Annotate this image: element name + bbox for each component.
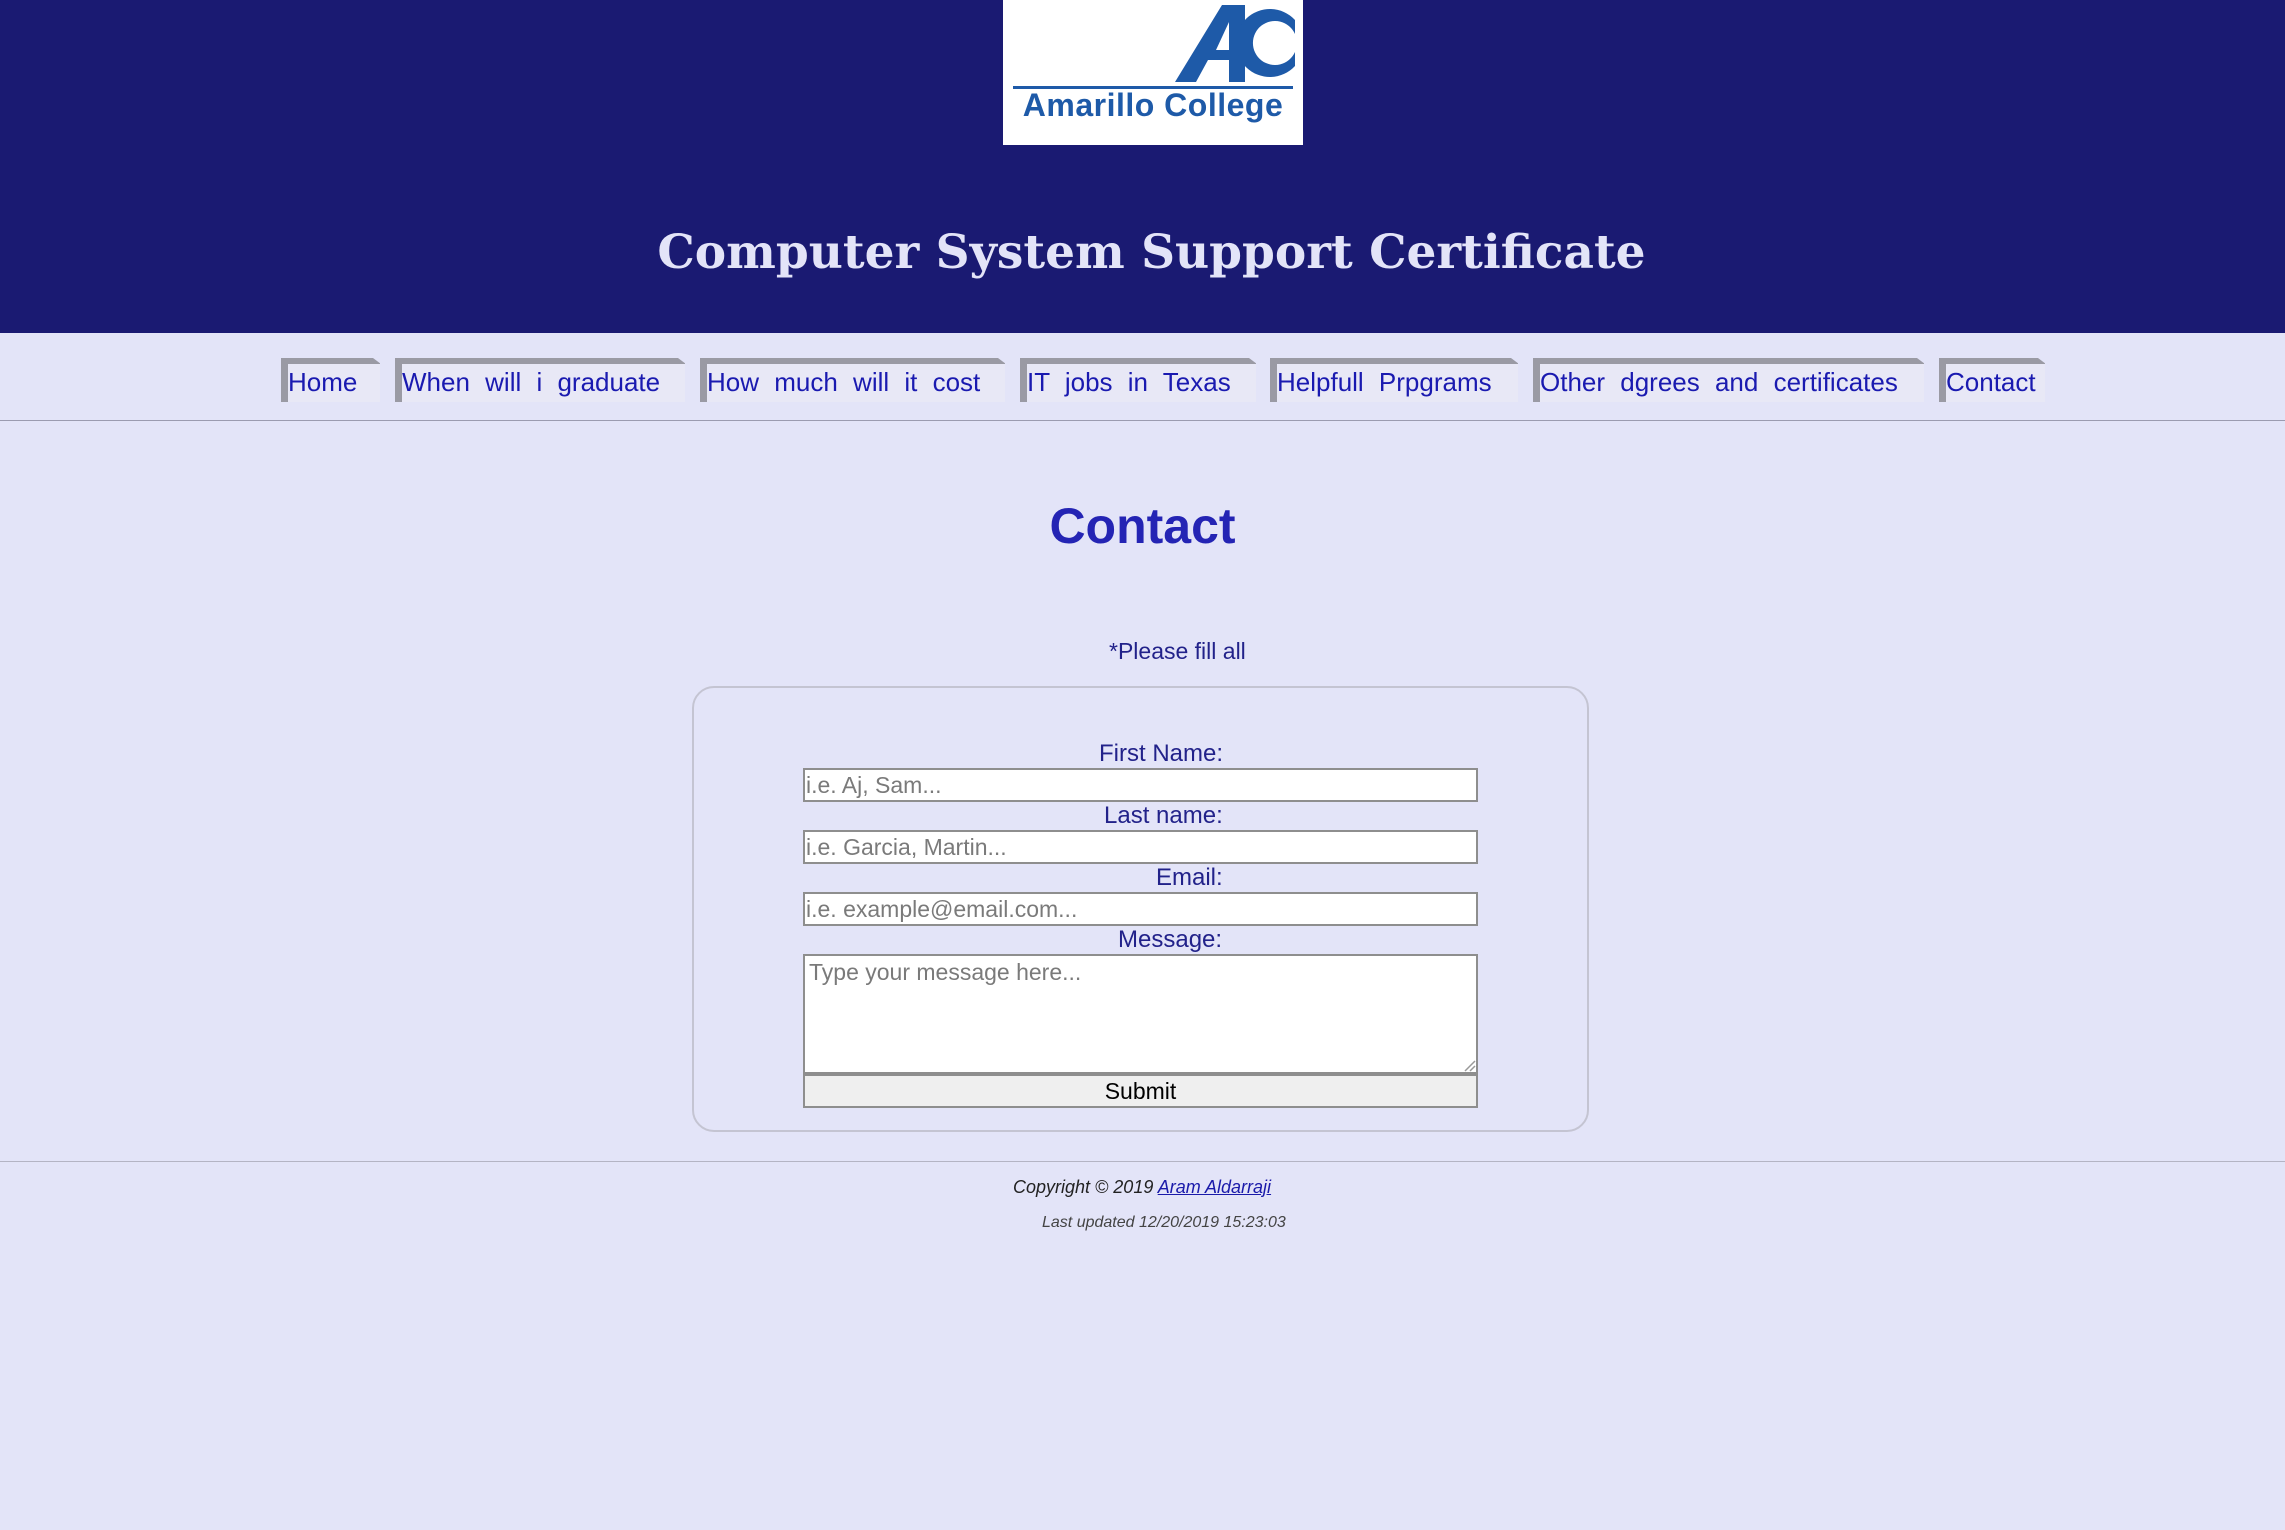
site-title: Computer System Support Certificate [657,225,1646,280]
resize-grip-icon[interactable] [1464,1060,1476,1072]
last-updated: Last updated 12/20/2019 15:23:03 [1042,1214,1286,1231]
nav-item-label: Contact [1946,367,2036,397]
first-name-input[interactable] [803,768,1478,802]
copyright: Copyright © 2019 Aram Aldarraji [1013,1177,1271,1198]
nav-item-label: Other dgrees and certificates [1540,367,1898,397]
nav-item-it-jobs-in-texas[interactable]: IT jobs in Texas [1020,358,1257,402]
nav-item-when-will-i-graduate[interactable]: When will i graduate [395,358,686,402]
nav-item-label: IT jobs in Texas [1027,367,1231,397]
nav-item-label: How much will it cost [707,367,981,397]
page-title: Contact [1049,498,1236,554]
email-input[interactable] [803,892,1478,926]
nav-item-home[interactable]: Home [281,358,381,402]
logo-text: Amarillo College [1022,87,1284,123]
first-name-label: First Name: [1099,740,1224,767]
site-header: Amarillo College Computer System Support… [0,0,2285,333]
college-logo[interactable]: Amarillo College [1003,0,1303,145]
submit-button[interactable]: Submit [803,1074,1478,1108]
author-link[interactable]: Aram Aldarraji [1158,1177,1271,1197]
nav-item-helpfull-prpgrams[interactable]: Helpfull Prpgrams [1270,358,1519,402]
footer-divider [0,1161,2285,1162]
nav-item-label: When will i graduate [402,367,661,397]
last-name-input[interactable] [803,830,1478,864]
nav-item-how-much-will-it-cost[interactable]: How much will it cost [700,358,1006,402]
nav-item-contact[interactable]: Contact [1939,358,2046,402]
nav-item-other-degrees-and-certificates[interactable]: Other dgrees and certificates [1533,358,1925,402]
last-name-label: Last name: [1104,802,1223,829]
nav-item-label: Home [288,367,358,397]
nav-item-label: Helpfull Prpgrams [1277,367,1492,397]
required-note: *Please fill all [1109,638,1246,664]
copyright-text: Copyright © 2019 [1013,1177,1154,1197]
message-label: Message: [1118,926,1223,953]
message-textarea[interactable] [803,954,1478,1074]
email-label: Email: [1156,864,1223,891]
